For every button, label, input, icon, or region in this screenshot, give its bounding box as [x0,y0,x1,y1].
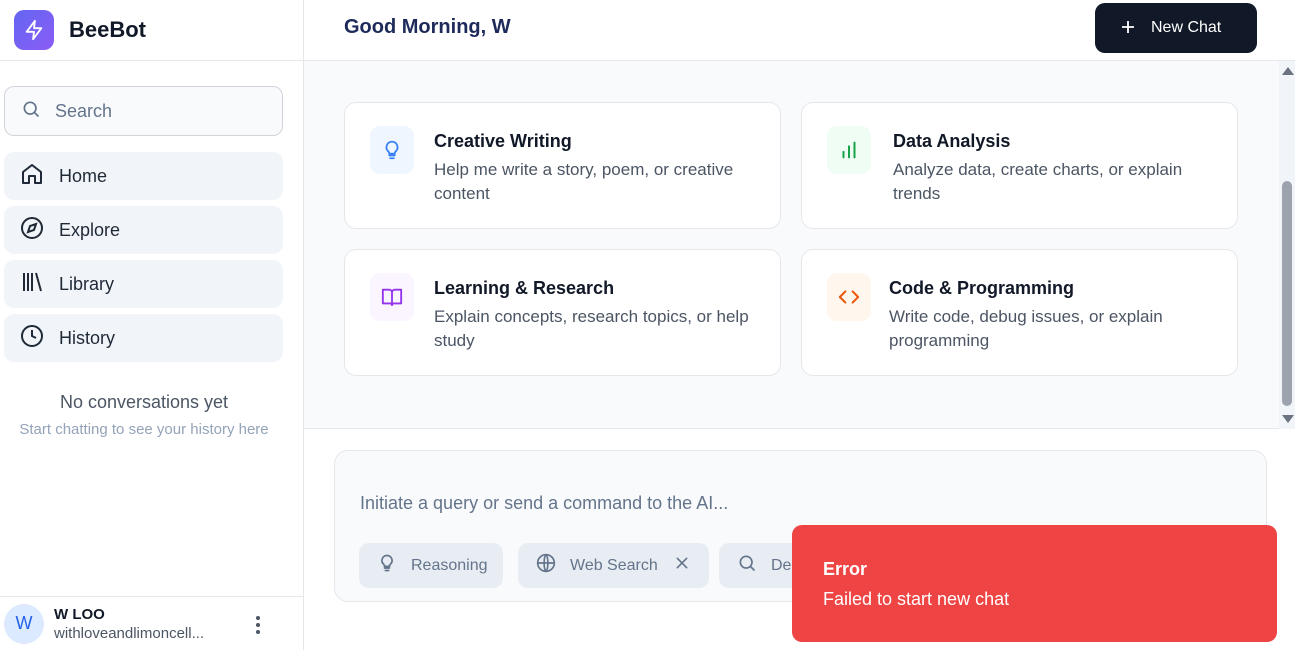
card-description: Analyze data, create charts, or explain … [893,160,1183,203]
avatar: W [4,603,44,644]
toast-message: Failed to start new chat [823,589,1010,609]
message-input[interactable]: Initiate a query or send a command to th… [360,493,728,514]
brand[interactable]: BeeBot [0,0,303,61]
sidebar-item-home[interactable]: Home [4,152,283,200]
card-description: Help me write a story, poem, or creative… [434,160,734,203]
chip-label: Web Search [570,556,658,574]
user-profile[interactable]: W W LOO withloveandlimoncell... [0,596,303,650]
search-placeholder: Search [55,100,113,121]
lightning-icon [14,10,54,50]
empty-history-title: No conversations yet [59,392,229,412]
lightbulb-icon [370,126,414,174]
scrollbar-thumb[interactable] [1282,181,1292,406]
chip-label: De [771,556,792,574]
sidebar-item-label: Home [59,165,108,186]
suggestions-area: Creative Writing Help me write a story, … [304,61,1279,429]
card-title: Learning & Research [434,278,615,298]
error-toast[interactable]: Error Failed to start new chat [792,525,1277,642]
sidebar-item-library[interactable]: Library [4,260,283,308]
card-title: Creative Writing [434,131,572,151]
card-description: Write code, debug issues, or explain pro… [889,307,1163,350]
card-title: Code & Programming [889,278,1075,298]
lightbulb-icon [377,553,397,578]
scrollbar[interactable] [1279,61,1295,429]
chip-label: Reasoning [411,556,488,574]
suggestion-card-data-analysis[interactable]: Data Analysis Analyze data, create chart… [801,102,1238,229]
suggestion-card-creative-writing[interactable]: Creative Writing Help me write a story, … [344,102,781,229]
bar-chart-icon [827,126,871,174]
user-name: W LOO [54,605,105,623]
sidebar-item-history[interactable]: History [4,314,283,362]
new-chat-label: New Chat [1151,19,1222,36]
compass-icon [20,216,44,245]
home-icon [20,162,44,191]
search-input[interactable]: Search [4,86,283,136]
clock-icon [20,324,44,353]
close-icon[interactable] [674,555,690,576]
toast-title: Error [823,559,868,579]
book-icon [370,273,414,321]
empty-history-subtitle: Start chatting to see your history here [19,421,269,438]
globe-icon [536,553,556,578]
suggestion-card-code-programming[interactable]: Code & Programming Write code, debug iss… [801,249,1238,376]
search-icon [737,553,757,578]
app-name: BeeBot [69,17,147,42]
sidebar-item-label: History [59,327,116,348]
sidebar-item-label: Explore [59,219,121,240]
web-search-toggle[interactable]: Web Search [518,543,709,588]
code-icon [827,273,871,321]
sidebar-item-label: Library [59,273,115,294]
new-chat-button[interactable]: New Chat [1095,3,1257,53]
greeting: Good Morning, W [344,16,511,38]
user-email: withloveandlimoncell... [54,624,205,642]
header: Good Morning, W New Chat [304,0,1295,61]
plus-icon [1119,18,1137,39]
scroll-up-icon[interactable] [1282,67,1294,75]
card-title: Data Analysis [893,131,1011,151]
card-description: Explain concepts, research topics, or he… [434,307,749,350]
reasoning-toggle[interactable]: Reasoning [359,543,503,588]
scroll-down-icon[interactable] [1282,415,1294,423]
search-icon [21,99,41,124]
library-icon [20,270,44,299]
more-options-icon[interactable] [248,615,268,635]
sidebar: BeeBot Search Home Explore Library Histo… [0,0,304,650]
sidebar-item-explore[interactable]: Explore [4,206,283,254]
suggestion-card-learning-research[interactable]: Learning & Research Explain concepts, re… [344,249,781,376]
